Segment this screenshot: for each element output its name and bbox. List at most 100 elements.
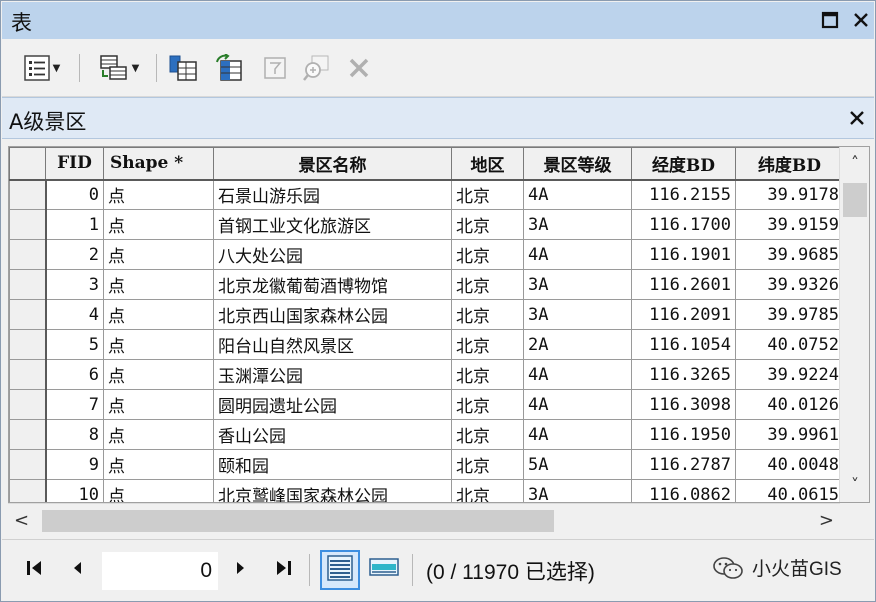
maximize-icon[interactable] [817, 6, 843, 34]
cell-shape[interactable]: 点 [103, 269, 214, 300]
cell-name[interactable]: 北京鹫峰国家森林公园 [213, 479, 452, 502]
cell-longitude[interactable]: 116.2091 [631, 299, 736, 330]
table-row[interactable]: 7 点圆明园遗址公园 北京 4A 116.3098 40.0126 [9, 389, 844, 420]
vertical-scroll-thumb[interactable] [843, 183, 867, 217]
window-titlebar[interactable]: 表 [2, 2, 874, 39]
table-row[interactable]: 1 点首钢工业文化旅游区 北京 3A 116.1700 39.9159 [9, 209, 844, 240]
cell-name[interactable]: 石景山游乐园 [213, 179, 452, 210]
row-selector[interactable] [9, 449, 47, 480]
cell-name[interactable]: 颐和园 [213, 449, 452, 480]
cell-latitude[interactable]: 39.9224 [735, 359, 844, 390]
cell-name[interactable]: 玉渊潭公园 [213, 359, 452, 390]
cell-fid[interactable]: 3 [45, 269, 104, 300]
table-options-button[interactable]: ▼ [14, 52, 70, 84]
cell-grade[interactable]: 3A [523, 209, 632, 240]
cell-grade[interactable]: 5A [523, 449, 632, 480]
table-tab[interactable]: A级景区 [2, 97, 874, 139]
clear-selection-button[interactable] [260, 52, 290, 84]
table-row[interactable]: 4 点北京西山国家森林公园 北京 3A 116.2091 39.9785 [9, 299, 844, 330]
table-row[interactable]: 9 点颐和园 北京 5A 116.2787 40.0048 [9, 449, 844, 480]
cell-longitude[interactable]: 116.3098 [631, 389, 736, 420]
cell-latitude[interactable]: 40.0126 [735, 389, 844, 420]
cell-name[interactable]: 首钢工业文化旅游区 [213, 209, 452, 240]
cell-shape[interactable]: 点 [103, 299, 214, 330]
cell-fid[interactable]: 1 [45, 209, 104, 240]
column-header-name[interactable]: 景区名称 [213, 147, 452, 181]
column-header-grade[interactable]: 景区等级 [523, 147, 632, 181]
cell-latitude[interactable]: 40.0752 [735, 329, 844, 360]
cell-latitude[interactable]: 40.0048 [735, 449, 844, 480]
tab-close-icon[interactable] [844, 104, 870, 132]
cell-latitude[interactable]: 40.0615 [735, 479, 844, 502]
cell-fid[interactable]: 9 [45, 449, 104, 480]
cell-shape[interactable]: 点 [103, 329, 214, 360]
row-selector[interactable] [9, 239, 47, 270]
row-selector[interactable] [9, 299, 47, 330]
close-icon[interactable] [848, 6, 874, 34]
scroll-right-icon[interactable]: > [819, 510, 834, 531]
horizontal-scroll-thumb[interactable] [42, 510, 554, 532]
scroll-down-icon[interactable]: ˅ [840, 475, 869, 497]
cell-region[interactable]: 北京 [451, 299, 524, 330]
cell-name[interactable]: 八大处公园 [213, 239, 452, 270]
cell-fid[interactable]: 6 [45, 359, 104, 390]
cell-shape[interactable]: 点 [103, 419, 214, 450]
row-selector[interactable] [9, 479, 47, 502]
select-by-attributes-button[interactable] [167, 52, 201, 84]
column-header-fid[interactable]: FID [45, 147, 104, 181]
row-selector[interactable] [9, 209, 47, 240]
cell-grade[interactable]: 4A [523, 419, 632, 450]
show-all-records-button[interactable] [320, 550, 360, 590]
cell-grade[interactable]: 4A [523, 179, 632, 210]
last-record-button[interactable] [270, 558, 296, 582]
cell-fid[interactable]: 10 [45, 479, 104, 502]
row-selector-header[interactable] [9, 147, 46, 181]
cell-grade[interactable]: 4A [523, 359, 632, 390]
cell-region[interactable]: 北京 [451, 359, 524, 390]
cell-longitude[interactable]: 116.2155 [631, 179, 736, 210]
cell-fid[interactable]: 5 [45, 329, 104, 360]
cell-fid[interactable]: 8 [45, 419, 104, 450]
vertical-scrollbar[interactable]: ˄ ˅ [839, 147, 869, 502]
cell-region[interactable]: 北京 [451, 419, 524, 450]
cell-shape[interactable]: 点 [103, 179, 214, 210]
cell-name[interactable]: 北京龙徽葡萄酒博物馆 [213, 269, 452, 300]
cell-grade[interactable]: 3A [523, 269, 632, 300]
cell-latitude[interactable]: 39.9785 [735, 299, 844, 330]
cell-shape[interactable]: 点 [103, 209, 214, 240]
scroll-up-icon[interactable]: ˄ [840, 153, 869, 175]
switch-selection-button[interactable] [212, 52, 246, 84]
cell-grade[interactable]: 4A [523, 389, 632, 420]
cell-region[interactable]: 北京 [451, 269, 524, 300]
cell-longitude[interactable]: 116.1700 [631, 209, 736, 240]
cell-longitude[interactable]: 116.2787 [631, 449, 736, 480]
cell-shape[interactable]: 点 [103, 359, 214, 390]
zoom-to-selected-button[interactable] [300, 52, 332, 84]
cell-fid[interactable]: 2 [45, 239, 104, 270]
cell-latitude[interactable]: 39.9685 [735, 239, 844, 270]
cell-longitude[interactable]: 116.1054 [631, 329, 736, 360]
cell-region[interactable]: 北京 [451, 479, 524, 502]
row-selector[interactable] [9, 269, 47, 300]
cell-fid[interactable]: 4 [45, 299, 104, 330]
next-record-button[interactable] [228, 558, 254, 582]
cell-region[interactable]: 北京 [451, 239, 524, 270]
cell-region[interactable]: 北京 [451, 209, 524, 240]
cell-shape[interactable]: 点 [103, 479, 214, 502]
horizontal-scrollbar[interactable]: < > [8, 503, 840, 537]
table-row[interactable]: 6 点玉渊潭公园 北京 4A 116.3265 39.9224 [9, 359, 844, 390]
cell-grade[interactable]: 3A [523, 299, 632, 330]
cell-fid[interactable]: 7 [45, 389, 104, 420]
cell-latitude[interactable]: 39.9178 [735, 179, 844, 210]
table-row[interactable]: 10 点北京鹫峰国家森林公园 北京 3A 116.0862 40.0615 [9, 479, 844, 502]
related-tables-button[interactable]: ▼ [90, 52, 148, 84]
cell-longitude[interactable]: 116.2601 [631, 269, 736, 300]
cell-grade[interactable]: 4A [523, 239, 632, 270]
table-row[interactable]: 8 点香山公园 北京 4A 116.1950 39.9961 [9, 419, 844, 450]
cell-region[interactable]: 北京 [451, 389, 524, 420]
cell-name[interactable]: 圆明园遗址公园 [213, 389, 452, 420]
cell-name[interactable]: 香山公园 [213, 419, 452, 450]
show-selected-records-button[interactable] [364, 550, 404, 590]
column-header-shape[interactable]: Shape * [103, 147, 214, 181]
row-selector[interactable] [9, 359, 47, 390]
